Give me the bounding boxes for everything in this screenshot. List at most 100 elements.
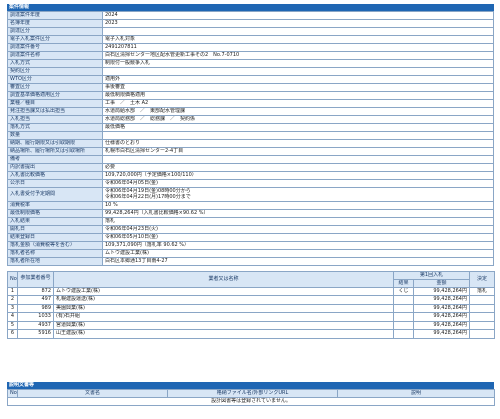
- info-label: 入札結果: [7, 216, 103, 226]
- info-label: 落札金額（消費税等を含む）: [7, 240, 103, 250]
- bidder-code: 1033: [17, 312, 54, 322]
- info-row: 調達案件番号 2491207811: [7, 43, 494, 52]
- info-row: 公示日 令和06年04月05日(金): [7, 179, 494, 188]
- bid-decision: [469, 329, 495, 339]
- info-row: 落札者名称 ムトウ建設工業(株): [7, 248, 494, 258]
- col-bidder-name: 業者又は名称: [53, 270, 394, 288]
- info-value: 電子入札対象: [102, 35, 494, 44]
- info-row: 調達案件年度 2024: [7, 11, 494, 20]
- info-value: 令和06年04月19日(金)08時00分から 令和06年04月22日(月)17時0…: [102, 187, 494, 202]
- info-value: 適用外: [102, 75, 494, 84]
- bid-decision: 落札: [469, 286, 495, 296]
- info-value: 2023: [102, 19, 494, 28]
- bid-result: [393, 329, 414, 339]
- col-result: 結果: [393, 278, 414, 288]
- doc-col-no: No.: [7, 388, 18, 398]
- info-label: 調達案件年度: [7, 11, 103, 20]
- bid-row: 6 5916 山王建設(株) 99,428,264円: [7, 329, 495, 339]
- info-row: 内訳書提出 必要: [7, 163, 494, 172]
- bidder-name: 宮道興業(株): [53, 320, 394, 330]
- bidder-no: 1: [7, 286, 18, 296]
- bid-amount: 99,428,264円: [413, 320, 470, 330]
- bid-row: 1 872 ムトウ建設工業(株) くじ 99,428,264円 落札: [7, 286, 495, 296]
- info-row: 調達区分: [7, 27, 494, 36]
- info-row: 最低制限価格 99,428,264円（入札書比較価格×90.62 %）: [7, 208, 494, 218]
- info-label: 内訳書提出: [7, 163, 103, 172]
- col-no: No.: [7, 270, 18, 288]
- info-value: 99,428,264円（入札書比較価格×90.62 %）: [102, 208, 494, 218]
- info-label: 発注担当課又は払出担当: [7, 107, 103, 116]
- info-row: 発注担当課又は払出担当 水道局給水部 ／ 東部配水管理課: [7, 107, 494, 116]
- bidder-name: (有)石井組: [53, 312, 394, 322]
- bid-row: 3 989 美園興業(株) 99,428,264円: [7, 303, 495, 313]
- info-row: 納期、履行期限又は引取期限 仕様書のとおり: [7, 139, 494, 148]
- info-value: 必要: [102, 163, 494, 172]
- info-label: 業種／種目: [7, 99, 103, 108]
- info-row: 消費税率 10 %: [7, 200, 494, 210]
- info-row: 調査基準価格適用区分 最低制限価格適用: [7, 91, 494, 100]
- info-value: 水道局給水部 ／ 東部配水管理課: [102, 107, 494, 116]
- info-label: 備考: [7, 155, 103, 164]
- info-label: 数量: [7, 131, 103, 140]
- info-label: 落札者名称: [7, 248, 103, 258]
- info-label: 調達区分: [7, 27, 103, 36]
- info-label: 入札方式: [7, 59, 103, 68]
- info-label: 落札者所在地: [7, 256, 103, 266]
- info-label: 入札書受付予定期間: [7, 187, 103, 202]
- bid-amount: 99,428,264円: [413, 312, 470, 322]
- info-row: 結果登録日 令和06年05月10日(金): [7, 232, 494, 242]
- documents-header: 説明文書等: [7, 381, 494, 389]
- info-row: 名簿年度 2023: [7, 19, 494, 28]
- info-value: ムトウ建設工業(株): [102, 248, 494, 258]
- info-label: 入札担当: [7, 115, 103, 124]
- info-value: 109,720,000円（予定価格×100/110）: [102, 171, 494, 180]
- bid-result: くじ: [393, 286, 414, 296]
- info-label: 名簿年度: [7, 19, 103, 28]
- bid-decision: [469, 295, 495, 305]
- info-value: 令和06年04月23日(火): [102, 224, 494, 234]
- bid-row: 5 4937 宮道興業(株) 99,428,264円: [7, 320, 495, 330]
- info-label: 契約区分: [7, 67, 103, 76]
- info-label: 納品場所、履行場所又は引取場所: [7, 147, 103, 156]
- info-label: 審査区分: [7, 83, 103, 92]
- bid-decision: [469, 303, 495, 313]
- bidder-no: 6: [7, 329, 18, 339]
- bidder-name: 札幌建設運送(株): [53, 295, 394, 305]
- doc-col-name: 文書名: [17, 388, 168, 398]
- info-row: 落札者所在地 白石区本郷通13丁目南4-27: [7, 256, 494, 266]
- info-label: 調達案件名称: [7, 51, 103, 60]
- info-label: 入札書比較価格: [7, 171, 103, 180]
- bid-amount: 99,428,264円: [413, 286, 470, 296]
- bid-amount: 99,428,264円: [413, 329, 470, 339]
- info-row: 数量: [7, 131, 494, 140]
- bid-result: [393, 312, 414, 322]
- info-row: 納品場所、履行場所又は引取場所 札幌市白石区清掃センター2-4丁目: [7, 147, 494, 156]
- info-value: 白石区清掃センター地区配水管更新工事その2 No.7-0710: [102, 51, 494, 60]
- info-value-line: 令和06年04月22日(月)17時00分まで: [105, 194, 191, 201]
- info-label: 消費税率: [7, 200, 103, 210]
- bid-decision: [469, 320, 495, 330]
- info-row: 調達案件名称 白石区清掃センター地区配水管更新工事その2 No.7-0710: [7, 51, 494, 60]
- info-label: 納期、履行期限又は引取期限: [7, 139, 103, 148]
- case-info-table: 調達案件年度 2024 名簿年度 2023 調達区分 電子入札案件区分 電子入札対象 調達案件…: [7, 11, 494, 266]
- info-row: 備考: [7, 155, 494, 164]
- info-label: 結果登録日: [7, 232, 103, 242]
- info-value: 最低制限価格適用: [102, 91, 494, 100]
- info-label: 調達案件番号: [7, 43, 103, 52]
- no-documents-message: 設計図書等は登録されていません。: [7, 396, 495, 406]
- doc-col-desc: 説明: [337, 388, 495, 398]
- info-value: [102, 27, 494, 36]
- info-value: 最低価格: [102, 123, 494, 132]
- info-value: 白石区本郷通13丁目南4-27: [102, 256, 494, 266]
- bidder-name: 美園興業(株): [53, 303, 394, 313]
- bidder-code: 4937: [17, 320, 54, 330]
- doc-col-file: 格納ファイル名/外部リンクURL: [167, 388, 338, 398]
- info-label: 電子入札案件区分: [7, 35, 103, 44]
- info-row: WTO区分 適用外: [7, 75, 494, 84]
- case-info-header: 案件情報: [7, 4, 494, 11]
- info-value: 2024: [102, 11, 494, 20]
- bidder-code: 497: [17, 295, 54, 305]
- info-row: 契約区分: [7, 67, 494, 76]
- info-value: [102, 155, 494, 164]
- bid-amount: 99,428,264円: [413, 303, 470, 313]
